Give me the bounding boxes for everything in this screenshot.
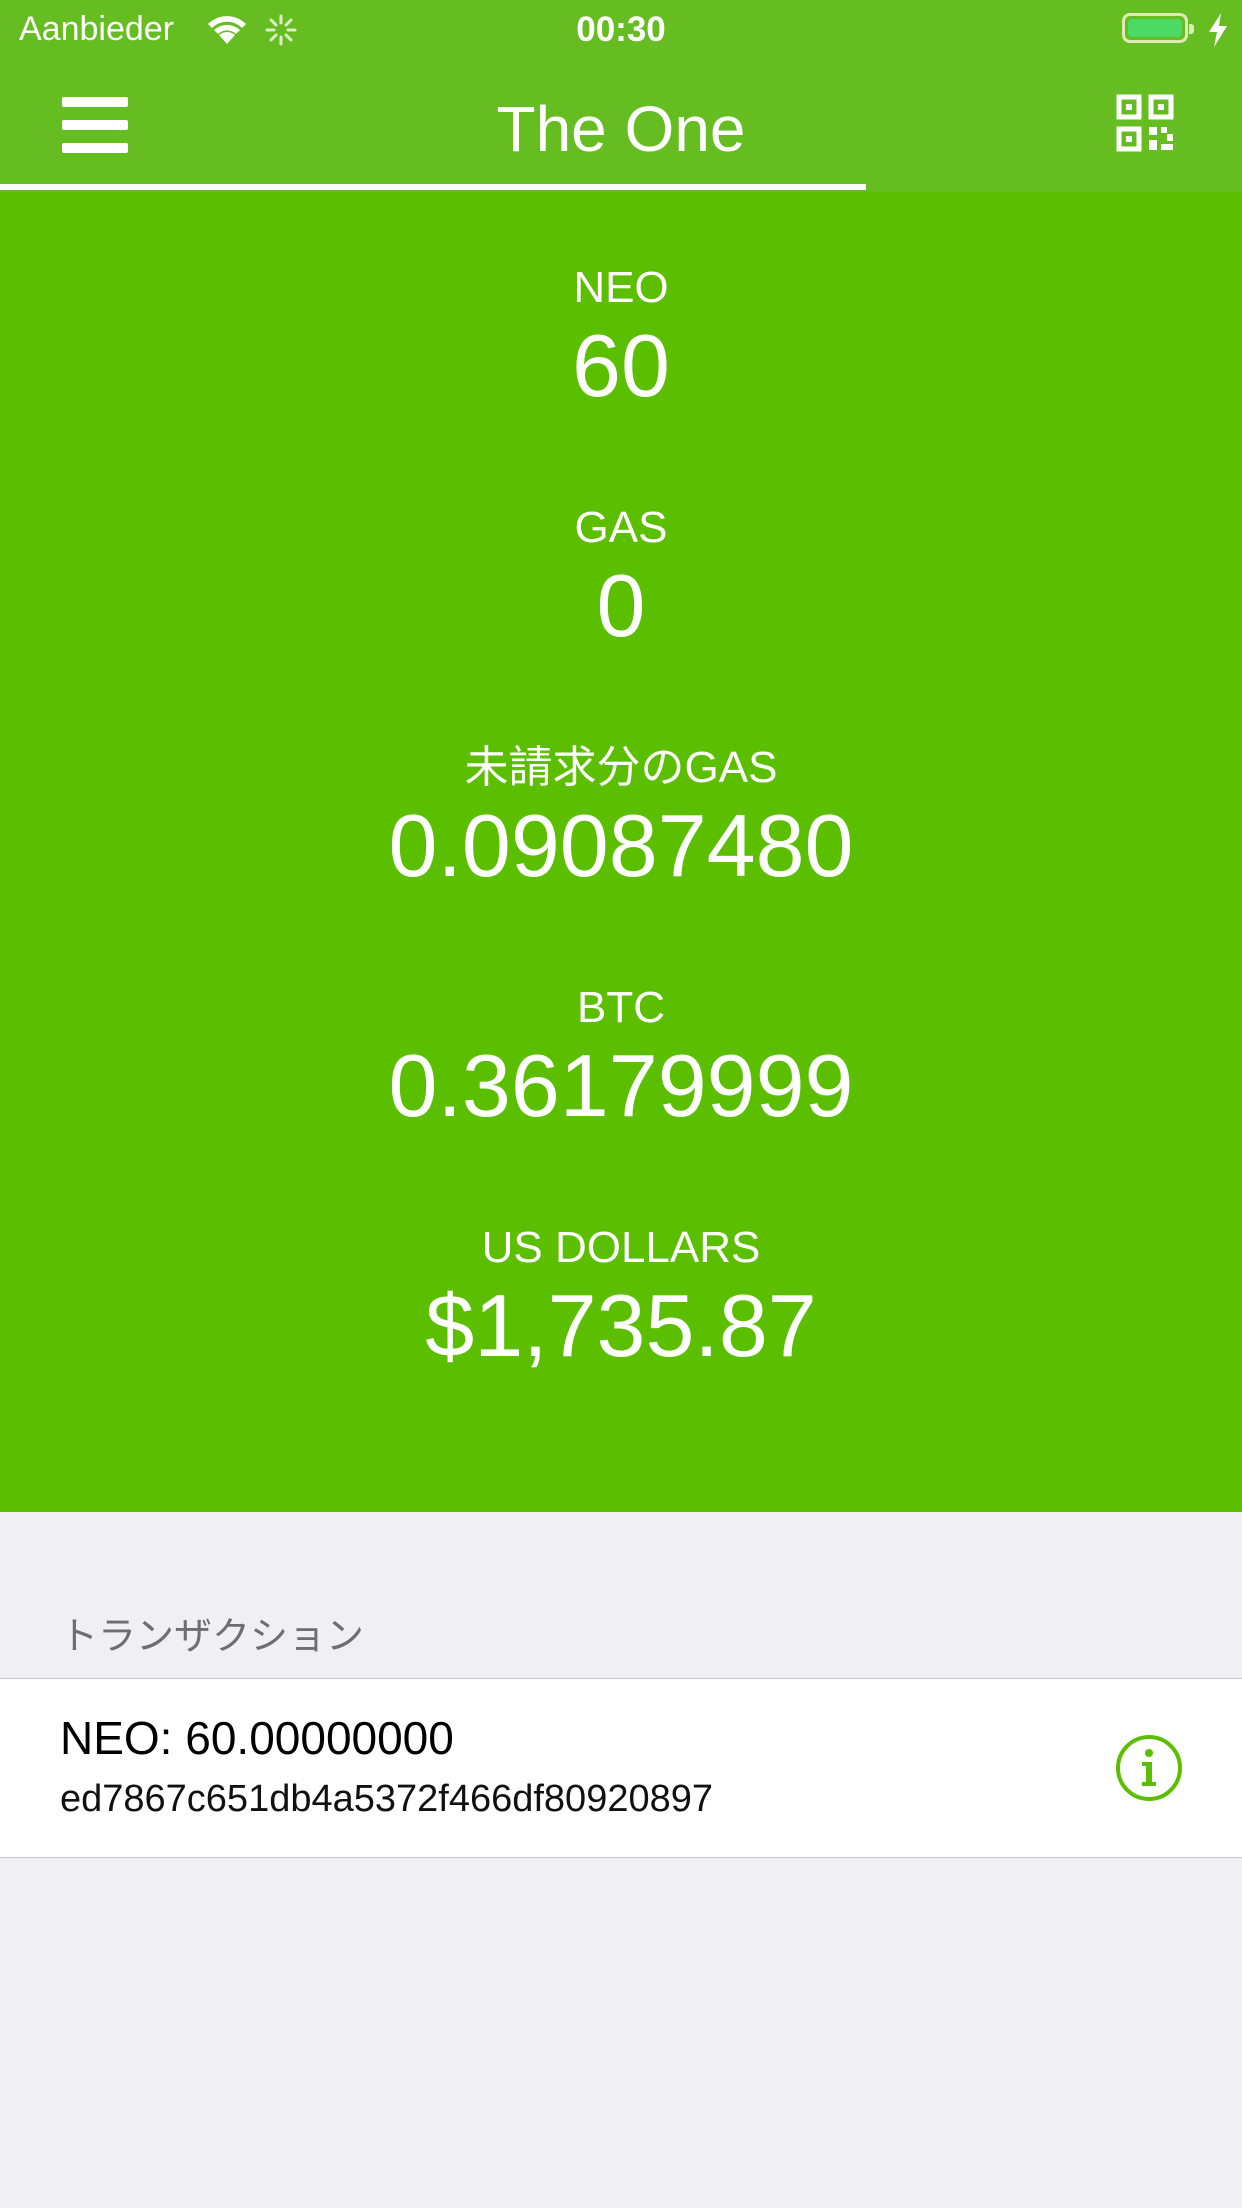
balance-label: US DOLLARS	[481, 1223, 761, 1272]
transaction-hash: ed7867c651db4a5372f466df80920897	[60, 1778, 713, 1820]
transaction-row[interactable]: NEO: 60.00000000 ed7867c651db4a5372f466d…	[0, 1678, 1242, 1858]
info-icon[interactable]	[1115, 1734, 1183, 1802]
balance-gas: GAS 0	[0, 502, 1242, 656]
balance-panel: NEO 60 GAS 0 未請求分のGAS 0.09087480 BTC 0.3…	[0, 192, 1242, 1512]
balance-usd: US DOLLARS $1,735.87	[0, 1222, 1242, 1376]
balance-neo: NEO 60	[0, 262, 1242, 416]
balance-value: 60	[572, 316, 670, 415]
transactions-header: トランザクション	[60, 1616, 365, 1658]
balance-label: BTC	[577, 983, 665, 1032]
battery-icon	[1122, 13, 1194, 43]
balance-label: 未請求分のGAS	[464, 743, 778, 792]
balance-label: GAS	[574, 503, 668, 552]
transaction-amount: NEO: 60.00000000	[60, 1712, 454, 1764]
status-bar: Aanbieder 00:30	[0, 0, 1242, 62]
top-bar: Aanbieder 00:30 The One	[0, 0, 1242, 192]
balance-value: $1,735.87	[425, 1276, 817, 1375]
page-title: The One	[496, 93, 746, 165]
charging-bolt-icon	[1209, 13, 1227, 47]
balance-value: 0	[596, 556, 646, 655]
balance-value: 0.36179999	[388, 1036, 854, 1135]
qr-code-button[interactable]	[1116, 94, 1174, 152]
balance-value: 0.09087480	[388, 796, 854, 895]
status-time: 00:30	[576, 10, 666, 49]
balance-label: NEO	[573, 263, 669, 312]
balance-btc: BTC 0.36179999	[0, 982, 1242, 1136]
balance-unclaimed-gas: 未請求分のGAS 0.09087480	[0, 742, 1242, 896]
tab-underline	[0, 184, 866, 190]
